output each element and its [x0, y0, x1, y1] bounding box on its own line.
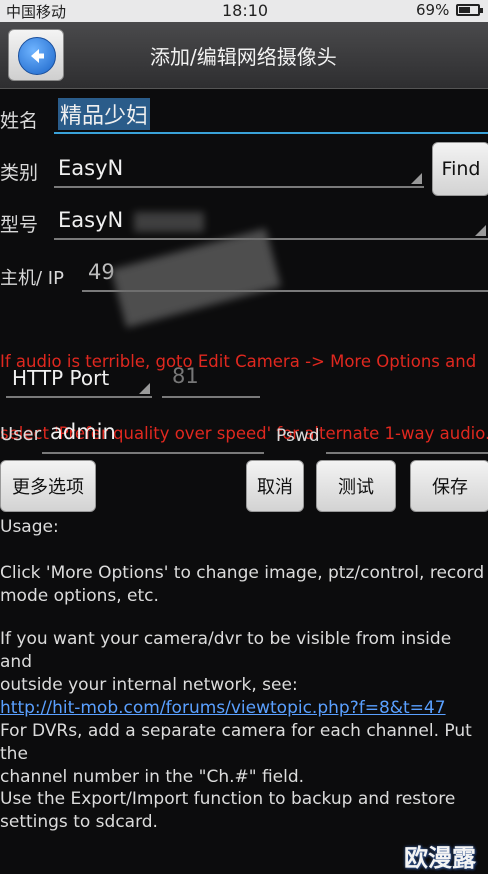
redacted-mark	[134, 212, 204, 232]
dropdown-arrow-icon	[139, 383, 150, 394]
model-spinner[interactable]: EasyN	[54, 202, 488, 240]
model-label: 型号	[0, 214, 39, 236]
usage-line: Use the Export/Import function to backup…	[0, 789, 456, 809]
category-label: 类别	[0, 162, 39, 184]
user-input[interactable]: admin	[42, 414, 264, 454]
host-input[interactable]: 49	[82, 228, 488, 328]
password-input[interactable]	[326, 414, 488, 454]
action-bar: 添加/编辑网络摄像头	[0, 22, 488, 89]
battery-icon	[456, 4, 483, 16]
save-button[interactable]: 保存	[410, 460, 488, 512]
model-value: EasyN	[58, 208, 124, 232]
usage-line: outside your internal network, see:	[0, 675, 298, 695]
battery-percent: 69%	[416, 1, 450, 19]
port-input[interactable]: 81	[162, 362, 260, 398]
pswd-label: Pswd	[276, 426, 320, 446]
status-bar: 中国移动 18:10 69%	[0, 0, 488, 22]
find-button[interactable]: Find	[432, 142, 488, 196]
dropdown-arrow-icon	[475, 225, 486, 236]
clock: 18:10	[222, 1, 269, 20]
usage-line: mode options, etc.	[0, 586, 159, 606]
port-type-value: HTTP Port	[12, 366, 110, 390]
cancel-button[interactable]: 取消	[246, 460, 304, 512]
category-value: EasyN	[58, 156, 124, 180]
page-title: 添加/编辑网络摄像头	[150, 45, 337, 69]
forum-link[interactable]: http://hit-mob.com/forums/viewtopic.php?…	[0, 697, 488, 720]
name-input[interactable]: 精品少妇	[54, 96, 488, 134]
usage-paragraph-2: If you want your camera/dvr to be visibl…	[0, 628, 488, 720]
usage-line: For DVRs, add a separate camera for each…	[0, 721, 472, 764]
usage-paragraph-1: Click 'More Options' to change image, pt…	[0, 562, 488, 608]
port-type-spinner[interactable]: HTTP Port	[6, 362, 152, 398]
test-button[interactable]: 测试	[316, 460, 396, 512]
usage-heading: Usage:	[0, 517, 59, 537]
more-options-button[interactable]: 更多选项	[0, 460, 96, 512]
usage-line: Click 'More Options' to change image, pt…	[0, 563, 485, 583]
dropdown-arrow-icon	[411, 173, 422, 184]
port-value: 81	[172, 364, 199, 388]
user-label: User	[0, 424, 42, 445]
usage-line: settings to sdcard.	[0, 812, 158, 832]
host-label: 主机/ IP	[0, 268, 64, 289]
carrier-label: 中国移动	[6, 3, 67, 21]
name-value: 精品少妇	[58, 98, 151, 130]
name-label: 姓名	[0, 110, 39, 132]
usage-paragraph-3: For DVRs, add a separate camera for each…	[0, 720, 488, 789]
usage-paragraph-4: Use the Export/Import function to backup…	[0, 788, 488, 834]
usage-line: If you want your camera/dvr to be visibl…	[0, 629, 452, 672]
category-spinner[interactable]: EasyN	[54, 150, 424, 188]
back-arrow-icon	[18, 37, 56, 75]
usage-line: channel number in the "Ch.#" field.	[0, 767, 305, 787]
back-button[interactable]	[8, 29, 64, 81]
user-value: admin	[50, 420, 116, 444]
watermark-logo: 欧漫露	[404, 844, 476, 872]
